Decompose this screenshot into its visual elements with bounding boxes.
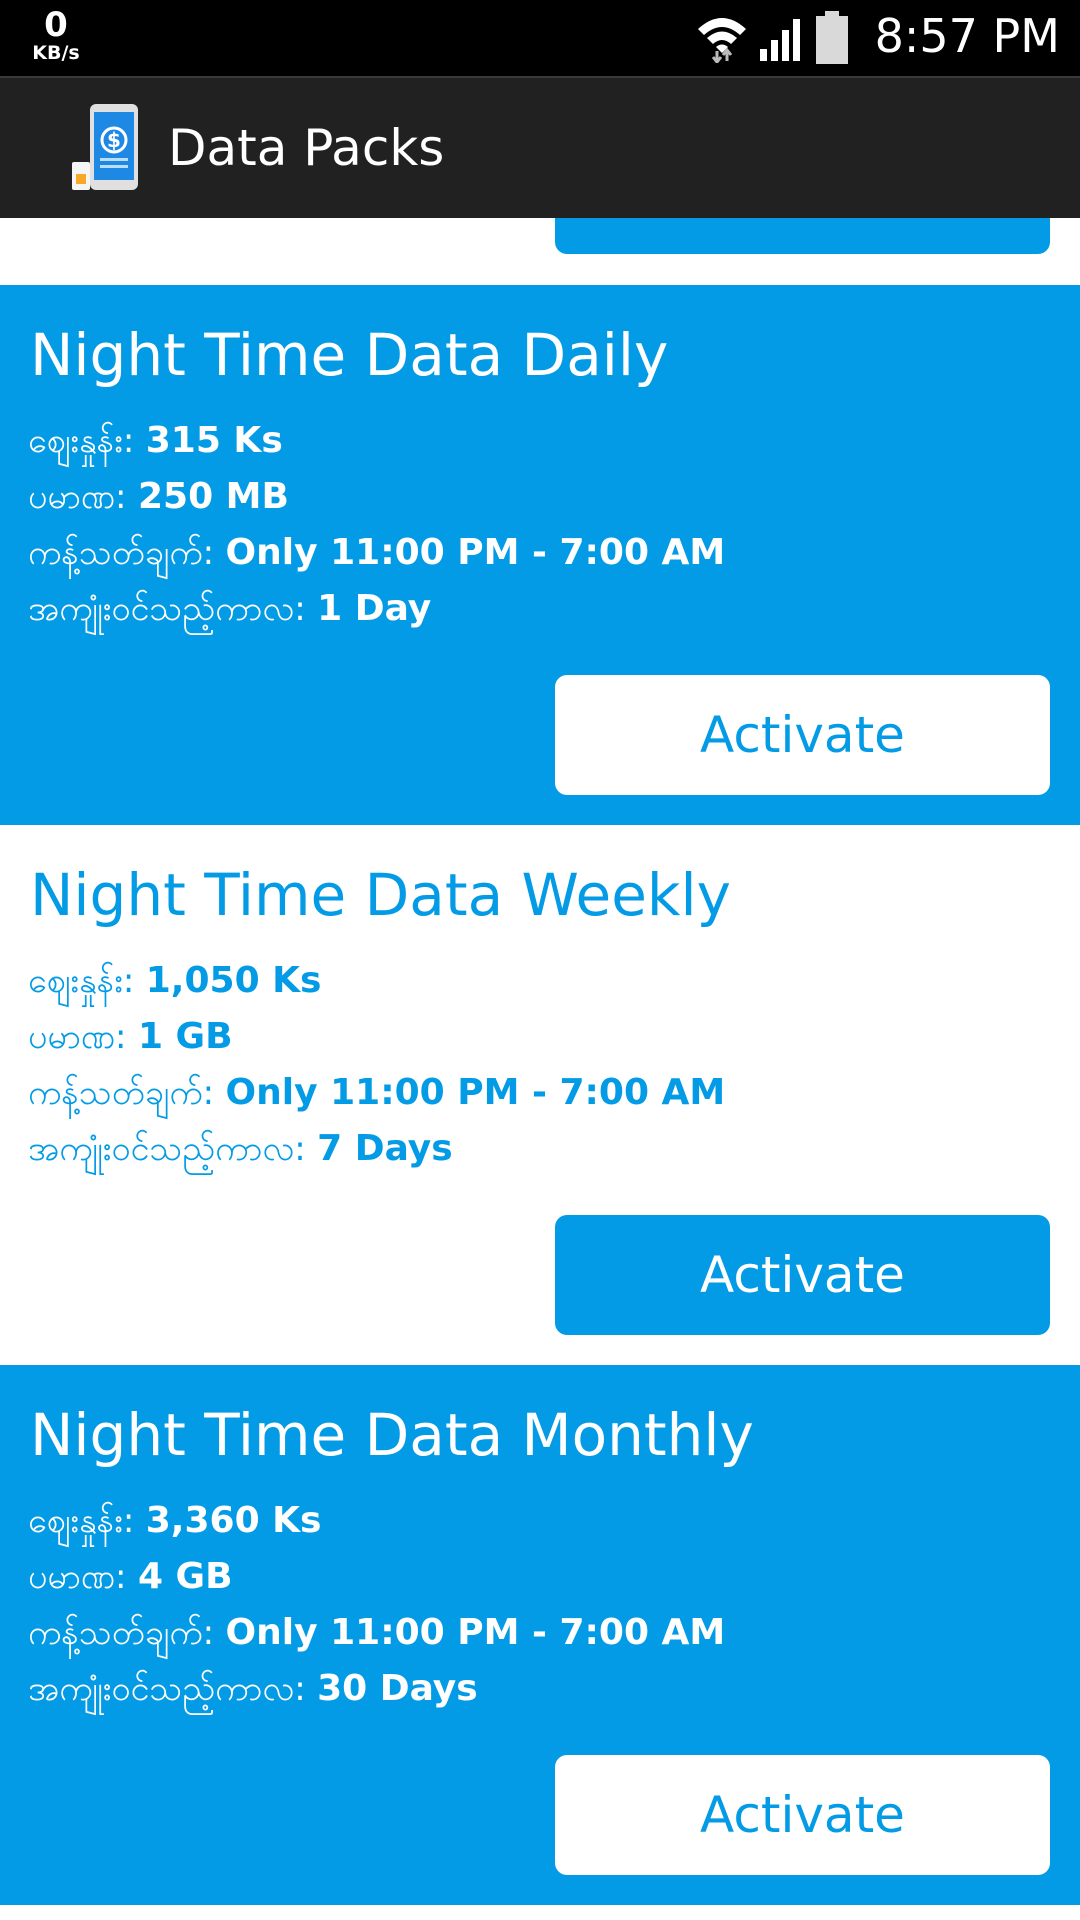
validity-label: အကျုံးဝင်သည့်ကာလ: — [28, 1129, 306, 1169]
volume-value: 4 GB — [137, 1556, 233, 1597]
pack-card-monthly: Night Time Data Monthly ဈေးနှုန်း: 3,360… — [0, 1365, 1080, 1905]
data-pack-list[interactable]: Night Time Data Daily ဈေးနှုန်း: 315 Ks … — [0, 218, 1080, 1920]
svg-text:$: $ — [107, 128, 121, 152]
validity-value: 7 Days — [317, 1128, 453, 1169]
pack-card-weekly: Night Time Data Weekly ဈေးနှုန်း: 1,050 … — [0, 825, 1080, 1365]
volume-row: ပမာဏ: 4 GB — [28, 1549, 1048, 1605]
app-bar: $ Data Packs — [0, 76, 1080, 218]
restriction-value: Only 11:00 PM - 7:00 AM — [225, 1072, 726, 1113]
network-speed-indicator: 0 KB/s — [26, 8, 86, 63]
restriction-row: ကန့်သတ်ချက်: Only 11:00 PM - 7:00 AM — [28, 1605, 1048, 1661]
network-speed-value: 0 — [44, 5, 68, 45]
restriction-label: ကန့်သတ်ချက်: — [28, 1073, 215, 1113]
restriction-row: ကန့်သတ်ချက်: Only 11:00 PM - 7:00 AM — [28, 1065, 1048, 1121]
price-label: ဈေးနှုန်း: — [28, 1501, 135, 1541]
volume-label: ပမာဏ: — [28, 1557, 127, 1597]
pack-details: ဈေးနှုန်း: 1,050 Ks ပမာဏ: 1 GB ကန့်သတ်ချ… — [28, 953, 1048, 1177]
volume-label: ပမာဏ: — [28, 1017, 127, 1057]
restriction-value: Only 11:00 PM - 7:00 AM — [225, 532, 726, 573]
previous-activate-button[interactable] — [555, 218, 1050, 254]
activate-button-daily[interactable]: Activate — [555, 675, 1050, 795]
validity-label: အကျုံးဝင်သည့်ကာလ: — [28, 1669, 306, 1709]
activate-button-monthly[interactable]: Activate — [555, 1755, 1050, 1875]
app-title: Data Packs — [168, 119, 445, 177]
price-label: ဈေးနှုန်း: — [28, 421, 135, 461]
price-value: 3,360 Ks — [145, 1500, 322, 1541]
validity-row: အကျုံးဝင်သည့်ကာလ: 7 Days — [28, 1121, 1048, 1177]
battery-icon — [814, 10, 850, 66]
validity-row: အကျုံးဝင်သည့်ကာလ: 30 Days — [28, 1661, 1048, 1717]
activate-button-weekly[interactable]: Activate — [555, 1215, 1050, 1335]
price-row: ဈေးနှုန်း: 3,360 Ks — [28, 1493, 1048, 1549]
price-value: 315 Ks — [145, 420, 283, 461]
pack-details: ဈေးနှုန်း: 315 Ks ပမာဏ: 250 MB ကန့်သတ်ချ… — [28, 413, 1048, 637]
volume-row: ပမာဏ: 1 GB — [28, 1009, 1048, 1065]
network-speed-unit: KB/s — [32, 42, 80, 64]
status-bar: 0 KB/s 8:57 PM — [0, 0, 1080, 76]
volume-value: 250 MB — [137, 476, 289, 517]
pack-title: Night Time Data Weekly — [30, 861, 731, 929]
price-value: 1,050 Ks — [145, 960, 322, 1001]
pack-card-daily: Night Time Data Daily ဈေးနှုန်း: 315 Ks … — [0, 285, 1080, 825]
status-clock: 8:57 PM — [874, 9, 1060, 63]
volume-label: ပမာဏ: — [28, 477, 127, 517]
price-label: ဈေးနှုန်း: — [28, 961, 135, 1001]
restriction-label: ကန့်သတ်ချက်: — [28, 1613, 215, 1653]
validity-value: 30 Days — [317, 1668, 478, 1709]
restriction-row: ကန့်သတ်ချက်: Only 11:00 PM - 7:00 AM — [28, 525, 1048, 581]
pack-details: ဈေးနှုန်း: 3,360 Ks ပမာဏ: 4 GB ကန့်သတ်ချ… — [28, 1493, 1048, 1717]
validity-value: 1 Day — [317, 588, 432, 629]
volume-row: ပမာဏ: 250 MB — [28, 469, 1048, 525]
restriction-label: ကန့်သတ်ချက်: — [28, 533, 215, 573]
restriction-value: Only 11:00 PM - 7:00 AM — [225, 1612, 726, 1653]
validity-label: အကျုံးဝင်သည့်ကာလ: — [28, 589, 306, 629]
price-row: ဈေးနှုန်း: 315 Ks — [28, 413, 1048, 469]
previous-pack-card — [0, 218, 1080, 285]
pack-title: Night Time Data Monthly — [30, 1401, 754, 1469]
wifi-icon — [696, 13, 748, 63]
status-icons — [696, 10, 850, 66]
signal-icon — [758, 13, 804, 63]
pack-title: Night Time Data Daily — [30, 321, 669, 389]
validity-row: အကျုံးဝင်သည့်ကာလ: 1 Day — [28, 581, 1048, 637]
phone-dollar-icon: $ — [70, 102, 144, 194]
volume-value: 1 GB — [137, 1016, 233, 1057]
price-row: ဈေးနှုန်း: 1,050 Ks — [28, 953, 1048, 1009]
